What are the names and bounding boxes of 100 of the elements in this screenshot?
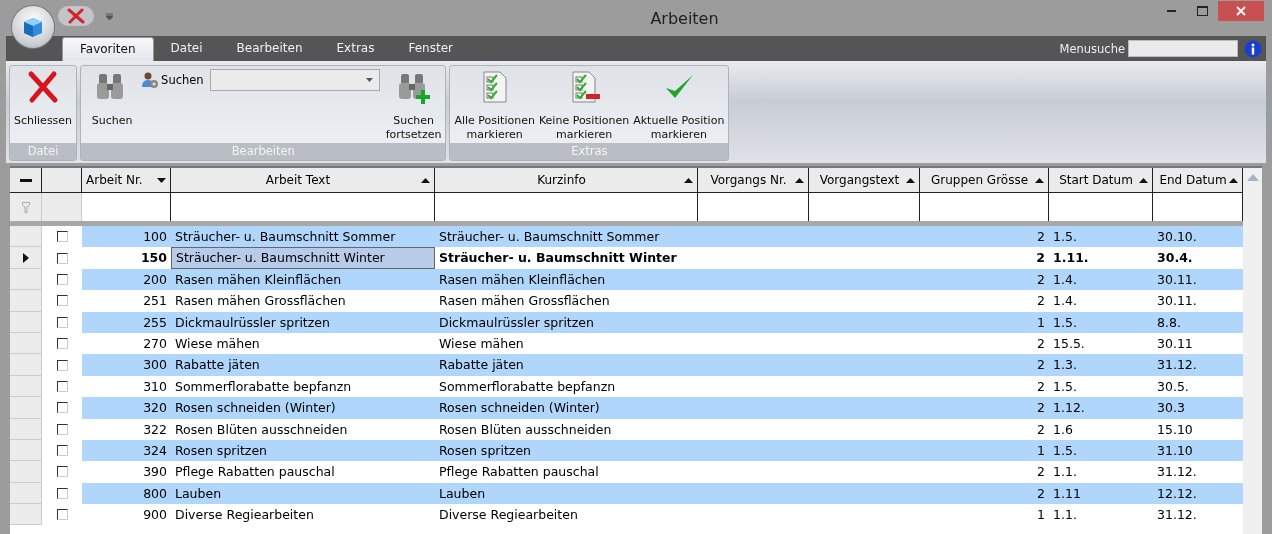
search-label: Suchen <box>161 73 204 87</box>
column-header[interactable]: Start Datum <box>1049 168 1153 193</box>
table-cell-text: 30.11. <box>1156 292 1198 311</box>
close-icon <box>1236 6 1246 16</box>
table-cell-text: Dickmaulrüssler spritzen <box>174 313 331 332</box>
checkbox[interactable] <box>56 380 68 392</box>
checkbox[interactable] <box>56 445 68 457</box>
checkbox[interactable] <box>56 487 68 499</box>
table-cell-text: 2 <box>1036 228 1046 246</box>
table-cell-text: 30.4. <box>1156 249 1194 268</box>
table-cell-text: 251 <box>142 292 168 311</box>
table-row[interactable]: 255 Dickmaulrüssler spritzen Dickmaulrüssler spritzen 1 1.5. 8.8. <box>10 311 1243 333</box>
column-header[interactable]: Gruppen Grösse <box>920 168 1049 193</box>
table-cell-text: 1.4. <box>1052 270 1078 289</box>
checkbox[interactable] <box>56 316 68 328</box>
ribbon-tab[interactable]: Favoriten <box>62 37 154 61</box>
checkbox[interactable] <box>56 252 68 264</box>
table-cell-text: 1 <box>1036 441 1046 460</box>
group-label: Bearbeiten <box>81 143 446 160</box>
row-indicator[interactable] <box>10 247 42 269</box>
table-cell-text: 8.8. <box>1156 313 1182 332</box>
column-header <box>42 168 82 193</box>
table-row[interactable]: 800 Lauben Lauben 2 1.11 12.12. <box>10 482 1243 505</box>
table-cell-text: 150 <box>139 249 168 268</box>
ribbon-button[interactable]: Schliessen <box>12 66 75 128</box>
table-cell-text: Rosen spritzen <box>438 441 532 460</box>
ribbon-tab[interactable]: Fenster <box>391 37 470 61</box>
close-button[interactable] <box>1218 1 1264 21</box>
table-cell-text: 2 <box>1036 292 1046 311</box>
table-cell-text: Diverse Regiearbeiten <box>174 506 315 525</box>
table-cell-text: 324 <box>142 441 168 460</box>
table-cell-text: 31.12. <box>1156 506 1198 525</box>
app-orb-icon[interactable] <box>12 6 54 48</box>
table-row[interactable]: 100 Sträucher- u. Baumschnitt Sommer Sträucher- u. Baumschnitt Sommer 2 1.5. 30.10. <box>10 226 1243 248</box>
scroll-up-icon[interactable] <box>1246 174 1259 181</box>
menu-search-field[interactable] <box>1128 40 1238 57</box>
column-header[interactable]: Vorgangs Nr. <box>698 168 809 193</box>
table-cell-text: 322 <box>142 420 168 439</box>
group-label: Extras <box>450 143 729 160</box>
ribbon-tab[interactable]: Bearbeiten <box>219 37 320 61</box>
column-header[interactable]: Vorgangstext <box>809 168 920 193</box>
collapse-button[interactable] <box>10 168 42 193</box>
table-cell-text: 800 <box>142 484 168 503</box>
column-header[interactable]: End Datum <box>1153 168 1243 193</box>
minimize-icon <box>1167 10 1176 12</box>
table-cell-text: Sträucher- u. Baumschnitt Sommer <box>174 228 397 246</box>
checkbox[interactable] <box>56 466 68 478</box>
ribbon-button[interactable]: Suchen <box>83 66 142 128</box>
table-cell-text: 310 <box>142 377 168 396</box>
table-row[interactable]: 320 Rosen schneiden (Winter) Rosen schneiden (Winter) 2 1.12. 30.3 <box>10 397 1243 419</box>
table-cell-text: 300 <box>142 356 168 375</box>
ribbon-button[interactable]: Keine Positionen markieren <box>536 66 632 142</box>
table-cell-text: Sommerflorabatte bepfanzn <box>438 377 617 396</box>
checkbox[interactable] <box>56 423 68 435</box>
table-cell-text: Diverse Regiearbeiten <box>438 506 579 525</box>
checkbox[interactable] <box>56 231 68 243</box>
column-header[interactable]: Arbeit Text <box>171 168 435 193</box>
dropdown-icon[interactable] <box>106 12 113 20</box>
table-cell-text: 30.10. <box>1156 228 1198 246</box>
table-cell-text: 255 <box>142 313 168 332</box>
table-cell-text: Rabatte jäten <box>174 356 261 375</box>
table-row[interactable]: 324 Rosen spritzen Rosen spritzen 1 1.5. 31.10 <box>10 439 1243 462</box>
ribbon-button[interactable]: Suchen fortsetzen <box>383 66 444 142</box>
ribbon-button[interactable]: Aktuelle Position markieren <box>631 66 727 142</box>
table-cell-text: 100 <box>142 228 168 246</box>
ribbon-tab[interactable]: Datei <box>153 37 220 61</box>
table-cell-text: Rosen Blüten ausschneiden <box>174 420 349 439</box>
table-cell-text: 1.11 <box>1052 484 1082 503</box>
table-row[interactable]: 200 Rasen mähen Kleinflächen Rasen mähen Kleinflächen 2 1.4. 30.11. <box>10 268 1243 291</box>
table-cell-text: 2 <box>1036 420 1046 439</box>
table-cell-text: 2 <box>1036 356 1046 375</box>
ribbon-tab[interactable]: Extras <box>319 37 392 61</box>
column-header[interactable]: Arbeit Nr. <box>82 168 171 193</box>
search-combo-box[interactable] <box>209 69 380 91</box>
table-cell-text: 30.11 <box>1156 334 1194 353</box>
filter-field <box>42 193 82 221</box>
ribbon-button[interactable]: Alle Positionen markieren <box>452 66 537 142</box>
table-cell-text: 2 <box>1036 270 1046 289</box>
checkbox[interactable] <box>56 295 68 307</box>
table-row[interactable]: 300 Rabatte jäten Rabatte jäten 2 1.3. 31.12. <box>10 354 1243 376</box>
table-cell-text: 2 <box>1036 377 1046 396</box>
table-cell-text: 1.11. <box>1052 249 1090 268</box>
table-cell-text: 2 <box>1036 334 1046 353</box>
info-icon[interactable] <box>1244 39 1262 58</box>
table-cell-text: 1.5. <box>1052 377 1078 396</box>
checkbox[interactable] <box>56 273 68 285</box>
checkbox[interactable] <box>56 509 68 521</box>
table-cell-text: 1 <box>1036 506 1046 525</box>
checkbox[interactable] <box>56 402 68 414</box>
table-cell-text: 1.5. <box>1052 441 1078 460</box>
checkbox[interactable] <box>56 359 68 371</box>
table-cell-text: 30.3 <box>1156 399 1186 418</box>
column-header[interactable]: Kurzinfo <box>435 168 698 193</box>
close-icon[interactable] <box>58 6 94 26</box>
table-cell-text: 2 <box>1036 463 1046 482</box>
checkbox[interactable] <box>56 338 68 350</box>
table-cell-text: Pflege Rabatten pauschal <box>174 463 336 482</box>
table-cell-text: 270 <box>142 334 168 353</box>
window-title: Arbeiten <box>649 8 720 28</box>
table-cell-text: Lauben <box>438 484 487 503</box>
